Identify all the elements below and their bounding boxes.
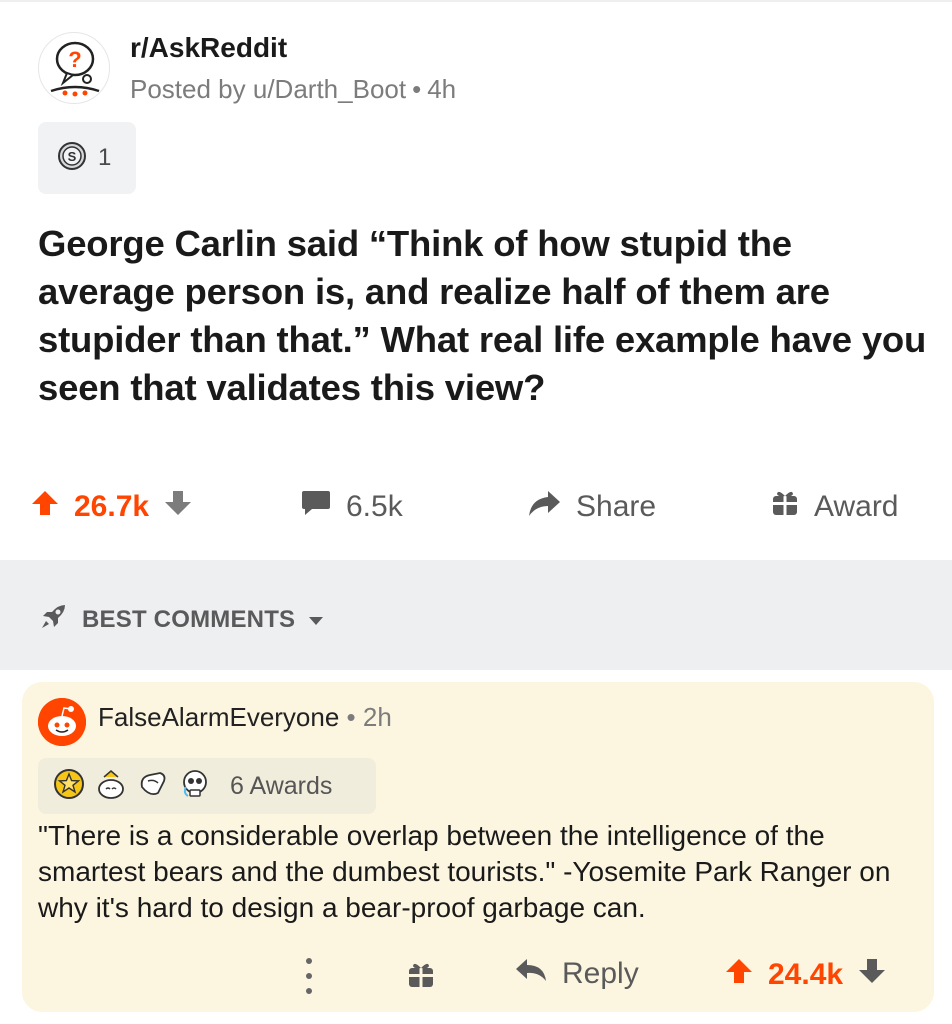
- meta-separator: •: [412, 74, 422, 104]
- downvote-icon[interactable]: [163, 488, 193, 526]
- share-button[interactable]: Share: [526, 488, 656, 526]
- comment-author[interactable]: FalseAlarmEveryone: [98, 702, 339, 732]
- sort-bar: BEST COMMENTS: [0, 560, 952, 670]
- svg-text:S: S: [68, 149, 77, 164]
- chevron-down-icon: [307, 606, 325, 634]
- reply-label: Reply: [562, 957, 639, 990]
- reply-button[interactable]: Reply: [514, 956, 639, 992]
- sort-dropdown[interactable]: BEST COMMENTS: [38, 600, 325, 639]
- silver-award-icon: S: [56, 140, 88, 177]
- award-label: Award: [814, 490, 899, 523]
- skull-award-icon: [178, 767, 212, 806]
- comment-action-bar: Reply 24.4k: [22, 952, 934, 1002]
- post-title[interactable]: George Carlin said “Think of how stupid …: [38, 220, 928, 412]
- comment-count: 6.5k: [346, 490, 403, 523]
- comment-awards-label: 6 Awards: [230, 771, 333, 800]
- post-award-chip[interactable]: S 1: [38, 122, 136, 194]
- share-label: Share: [576, 490, 657, 523]
- downvote-icon[interactable]: [857, 956, 887, 994]
- gift-icon: [770, 488, 800, 526]
- comment-separator: •: [346, 702, 356, 732]
- gold-star-award-icon: [52, 767, 86, 806]
- upvote-icon[interactable]: [724, 956, 754, 994]
- snoo-avatar[interactable]: [38, 698, 86, 746]
- comment-card: FalseAlarmEveryone • 2h 6 Awards "There …: [22, 682, 934, 1012]
- award-button[interactable]: Award: [770, 488, 899, 526]
- comments-section: FalseAlarmEveryone • 2h 6 Awards "There …: [0, 670, 952, 1024]
- wholesome-award-icon: [94, 767, 128, 806]
- post-author[interactable]: u/Darth_Boot: [253, 74, 406, 104]
- post-award-count: 1: [98, 144, 112, 171]
- post-age: 4h: [427, 74, 457, 104]
- hugz-award-icon: [136, 767, 170, 806]
- comment-meta: FalseAlarmEveryone • 2h: [98, 702, 392, 733]
- svg-text:?: ?: [68, 47, 81, 72]
- post-meta: Posted by u/Darth_Boot • 4h: [130, 74, 456, 105]
- comment-age: 2h: [362, 702, 392, 732]
- post-score: 26.7k: [74, 490, 150, 523]
- sort-label: BEST COMMENTS: [82, 605, 296, 633]
- post-card: ? r/AskReddit Posted by u/Darth_Boot • 4h …: [0, 0, 952, 560]
- share-icon: [526, 488, 562, 526]
- post-vote: 26.7k: [30, 488, 193, 526]
- comment-icon: [300, 488, 332, 526]
- posted-by-prefix: Posted by: [130, 74, 246, 104]
- comment-awards[interactable]: 6 Awards: [38, 758, 376, 814]
- comment-vote: 24.4k: [724, 956, 887, 994]
- rocket-icon: [38, 600, 70, 639]
- post-action-bar: 26.7k 6.5k Share Award: [0, 480, 952, 540]
- upvote-icon[interactable]: [30, 488, 60, 526]
- comment-body: "There is a considerable overlap between…: [38, 820, 891, 923]
- subreddit-name[interactable]: r/AskReddit: [130, 32, 287, 64]
- reply-icon: [514, 956, 548, 992]
- askreddit-avatar[interactable]: ?: [38, 32, 110, 104]
- gift-icon[interactable]: [406, 960, 436, 995]
- comment-score: 24.4k: [768, 958, 844, 991]
- more-dots-icon[interactable]: [304, 958, 314, 994]
- comments-button[interactable]: 6.5k: [300, 488, 403, 526]
